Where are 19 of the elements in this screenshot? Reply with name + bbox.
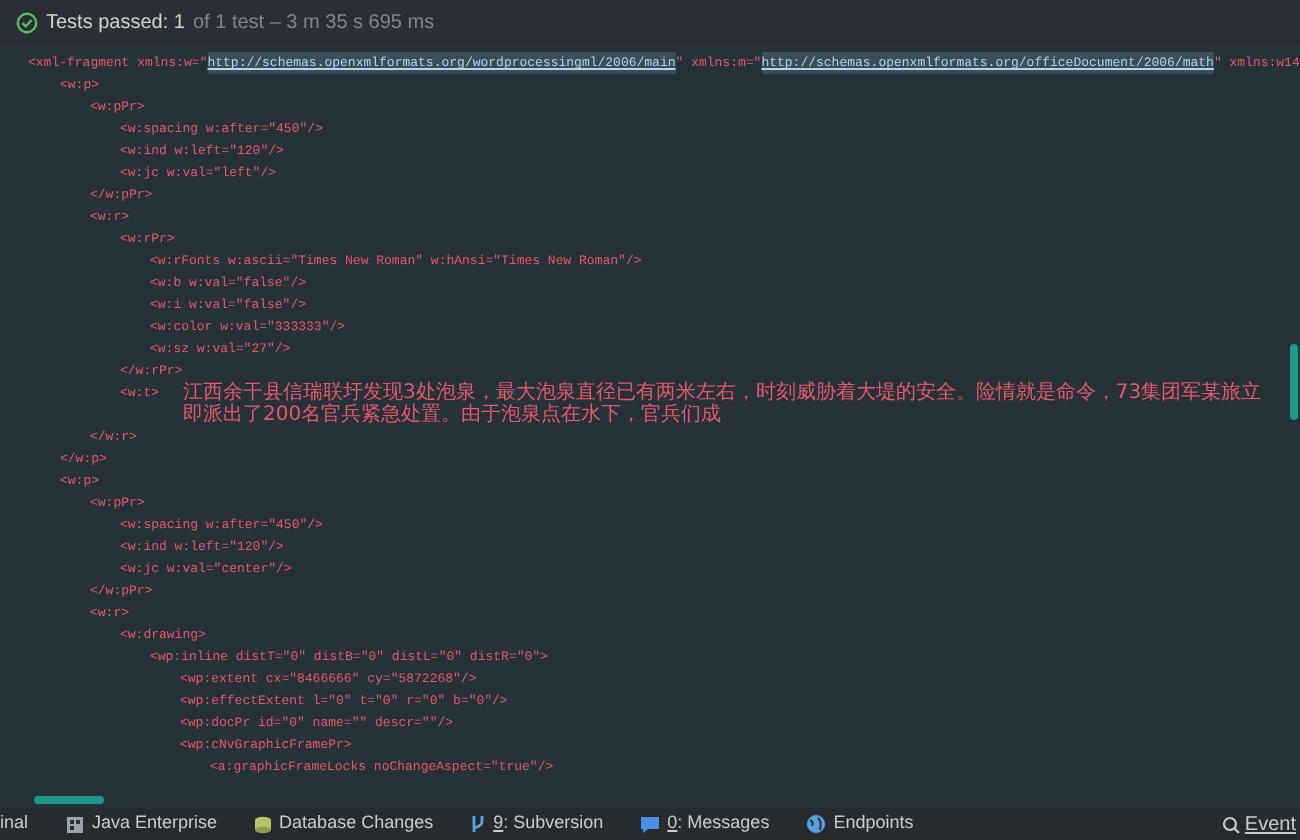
test-detail: of 1 test – 3 m 35 s 695 ms — [192, 9, 435, 37]
building-icon — [66, 815, 85, 833]
horizontal-scrollbar-thumb[interactable] — [34, 796, 104, 804]
globe-icon — [805, 814, 826, 834]
message-icon — [639, 815, 660, 833]
branch-icon — [469, 814, 486, 834]
tool-window-tab[interactable]: 9: Subversion — [451, 810, 622, 838]
scrollbar-thumb[interactable] — [1290, 344, 1298, 420]
code-text: 江西余干县信瑞联圩发现3处泡泉，最大泡泉直径已有两米左右，时刻威胁着大堤的安全。险情就是命令，73集团军某旅立即派出了200名官兵紧急处置。由于泡泉点在水下，官兵们成 — [183, 382, 1264, 426]
search-icon — [1222, 815, 1241, 833]
database-icon — [253, 815, 272, 833]
event-log-tab[interactable]: Event — [1222, 809, 1300, 839]
tool-window-tab[interactable]: Java Enterprise — [48, 810, 236, 838]
tool-window-tab[interactable]: 0: Messages — [621, 810, 788, 838]
tool-window-tab[interactable]: inal — [0, 810, 49, 838]
tool-window-tab[interactable]: Endpoints — [787, 810, 932, 838]
tool-window-tab[interactable]: Database Changes — [235, 810, 452, 838]
check-circle-icon — [16, 11, 38, 33]
test-status: Tests passed: 1 — [46, 9, 185, 37]
